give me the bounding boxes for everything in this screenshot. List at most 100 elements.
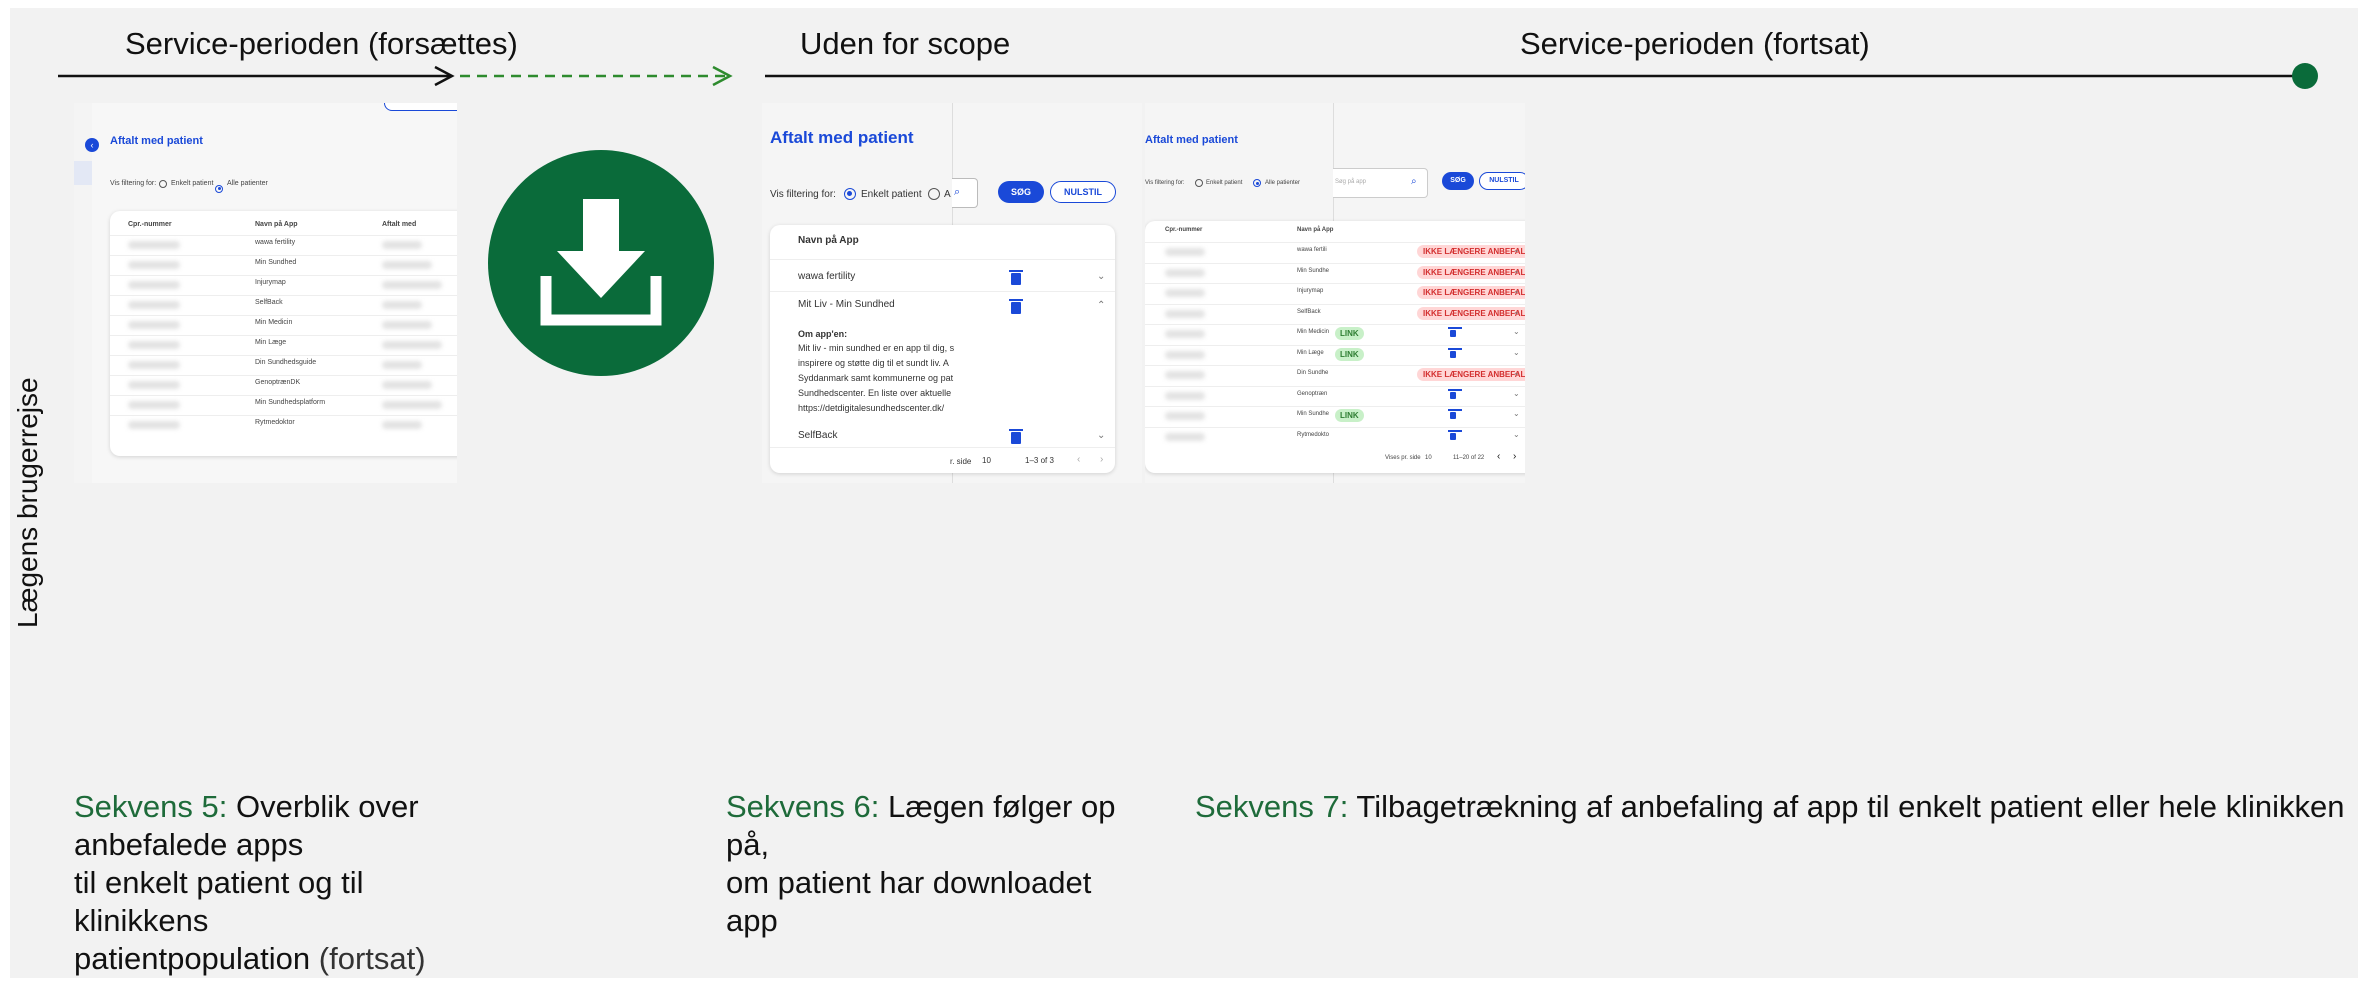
cpr-blurred [1165, 289, 1205, 297]
caption-seq5-label: Sekvens 5: [74, 789, 228, 824]
chevron-down-icon[interactable]: ⌄ [1513, 286, 1520, 295]
radio-all-label: Alle patienter [227, 180, 268, 187]
trash-icon[interactable] [1448, 327, 1462, 337]
cpr-blurred [128, 301, 180, 309]
next-page-icon[interactable]: › [1513, 451, 1516, 462]
search-icon: ⌕ [954, 186, 961, 198]
trash-icon[interactable] [1448, 388, 1462, 399]
link-badge[interactable]: LINK [1335, 409, 1364, 422]
reset-button[interactable]: NULSTIL [1050, 181, 1116, 203]
per-page-select[interactable]: 10 [982, 456, 991, 465]
row-app-name: Min Læge [1297, 349, 1324, 356]
row-app-name: Min Sundhe [1297, 411, 1330, 417]
row-app-name: GenoptrænDK [255, 379, 301, 386]
radio-single[interactable] [844, 188, 856, 200]
top-button[interactable] [384, 103, 457, 111]
detail-link[interactable]: https://detdigitalesundhedscenter.dk/ [798, 403, 944, 413]
chevron-down-icon[interactable]: ⌄ [1513, 409, 1520, 418]
cpr-blurred [128, 261, 180, 269]
page-range: 1–3 of 3 [1025, 456, 1054, 465]
chevron-down-icon[interactable]: ⌄ [1513, 327, 1520, 336]
caption-seq5-line2: til enkelt patient og til klinikkens [74, 865, 364, 938]
row-app-name: Din Sundhe [1297, 370, 1329, 376]
radio-all[interactable] [928, 188, 940, 200]
row-app-name: wawa fertili [1297, 247, 1327, 253]
reset-button[interactable]: NULSTIL [1479, 172, 1525, 190]
agreed-blurred [382, 241, 422, 249]
slide-canvas: Service-perioden (forsættes) Uden for sc… [10, 8, 2358, 978]
link-badge[interactable]: LINK [1335, 347, 1364, 361]
radio-single[interactable] [1195, 179, 1203, 187]
cpr-blurred [128, 281, 180, 289]
row-app-name: SelfBack [798, 430, 838, 441]
page-range: 11–20 of 22 [1453, 455, 1485, 461]
caption-seq6-label: Sekvens 6: [726, 789, 880, 824]
chevron-down-icon[interactable]: ⌄ [1097, 271, 1105, 282]
caption-seq5-line3: patientpopulation [74, 941, 311, 976]
row-app-name: Min Sundhedsplatform [255, 399, 326, 406]
prev-page-icon[interactable]: ‹ [1077, 454, 1080, 465]
agreed-blurred [382, 301, 422, 309]
col-app: Navn på App [255, 221, 298, 228]
detail-line: Syddanmark samt kommunerne og pat [798, 373, 954, 383]
col-app: Navn på App [798, 235, 859, 246]
col-cpr: Cpr.-nummer [128, 221, 172, 228]
search-button[interactable]: SØG [1442, 172, 1474, 190]
col-cpr: Cpr.-nummer [1165, 227, 1203, 233]
screen5-title: Aftalt med patient [110, 135, 203, 147]
cpr-blurred [128, 401, 180, 409]
chevron-down-icon[interactable]: ⌄ [1513, 430, 1520, 439]
trash-icon[interactable] [1009, 270, 1023, 285]
screen5-table: Cpr.-nummer Navn på App Aftalt med wawa … [110, 211, 457, 456]
chevron-down-icon[interactable]: ⌄ [1513, 389, 1520, 398]
link-badge[interactable]: LINK [1335, 327, 1364, 340]
radio-all[interactable] [1253, 179, 1261, 187]
detail-line: Sundhedscenter. En liste over aktuelle [798, 388, 952, 398]
per-page-label: Vises pr. side [1385, 455, 1421, 461]
filter-label: Vis filtering for: [770, 189, 836, 200]
screen7b-table: Cpr.-nummer Navn på App wawa fertili IKKE… [1145, 221, 1525, 473]
cpr-blurred [1165, 371, 1205, 379]
trash-icon[interactable] [1448, 429, 1462, 440]
filter-label: Vis filtering for: [110, 180, 157, 187]
cpr-blurred [128, 421, 180, 429]
search-icon: ⌕ [1411, 176, 1417, 187]
radio-single-label: Enkelt patient [861, 189, 922, 200]
download-icon [488, 150, 714, 376]
trash-icon[interactable] [1009, 299, 1023, 314]
trash-icon[interactable] [1448, 409, 1462, 419]
cpr-blurred [1165, 350, 1205, 359]
screen7a-title: Aftalt med patient [770, 128, 914, 147]
trash-icon[interactable] [1009, 429, 1023, 444]
cpr-blurred [128, 361, 180, 369]
cpr-blurred [1165, 412, 1205, 420]
search-input[interactable]: ⌕ [952, 178, 978, 208]
radio-single-label: Enkelt patient [1206, 180, 1243, 186]
caption-seq7: Sekvens 7: Tilbagetrækning af anbefaling… [1195, 788, 2345, 826]
radio-all[interactable] [215, 184, 223, 193]
prev-page-icon[interactable]: ‹ [1497, 451, 1500, 462]
row-app-name: Din Sundhedsguide [255, 359, 317, 366]
radio-single[interactable] [159, 180, 167, 188]
radio-all-label: Alle patienter [1265, 180, 1301, 186]
search-button[interactable]: SØG [998, 181, 1044, 203]
status-badge: IKKE LÆNGERE ANBEFALET [1417, 286, 1525, 299]
detail-heading: Om app'en: [798, 329, 848, 339]
chevron-down-icon[interactable]: ⌄ [1513, 348, 1520, 357]
chevron-up-icon[interactable]: ⌃ [1097, 300, 1105, 311]
chevron-down-icon[interactable]: ⌄ [1513, 266, 1520, 275]
row-app-name: Min Sundhe [1297, 267, 1330, 274]
screenshot-seq7-detail: Aftalt med patient Vis filtering for: En… [762, 103, 1142, 483]
per-page-select[interactable]: 10 [1425, 455, 1432, 461]
timeline [58, 63, 2318, 89]
chevron-down-icon[interactable]: ⌄ [1513, 307, 1520, 316]
search-input[interactable]: Søg på app ⌕ [1333, 168, 1428, 198]
trash-icon[interactable] [1448, 347, 1462, 358]
status-badge: IKKE LÆNGERE ANBEFALET [1417, 368, 1525, 381]
chevron-down-icon[interactable]: ⌄ [1513, 245, 1520, 254]
chevron-down-icon[interactable]: ⌄ [1513, 368, 1520, 377]
back-icon[interactable]: ‹ [85, 138, 99, 152]
chevron-down-icon[interactable]: ⌄ [1097, 430, 1105, 441]
cpr-blurred [1165, 330, 1205, 338]
next-page-icon[interactable]: › [1100, 454, 1103, 465]
